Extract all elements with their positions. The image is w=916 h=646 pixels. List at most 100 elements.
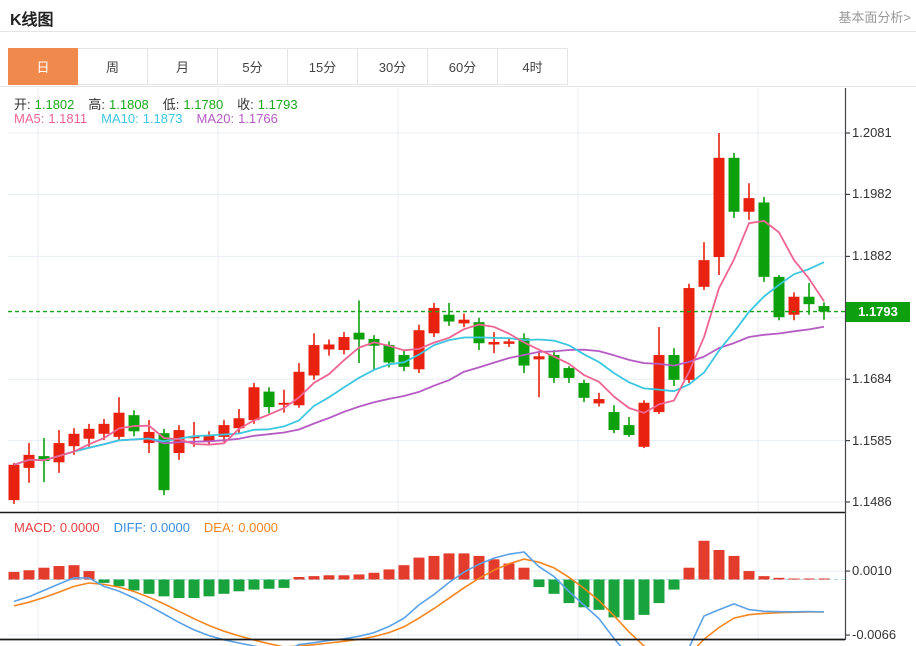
- candle-body: [803, 296, 815, 305]
- candle-body: [263, 391, 275, 408]
- legend-label: MACD:: [14, 520, 56, 535]
- candle-body: [563, 368, 575, 378]
- candle-body: [83, 428, 95, 439]
- fundamental-analysis-link[interactable]: 基本面分析>: [838, 7, 911, 26]
- tab-60分[interactable]: 60分: [428, 48, 498, 85]
- ma-legend: MA5: 1.1811 MA10: 1.1873 MA20: 1.1766: [14, 111, 292, 126]
- macd-bar: [338, 575, 350, 580]
- axis-tick-label: 1.1882: [852, 248, 892, 264]
- current-price-tag: 1.1793: [846, 301, 910, 322]
- macd-bar: [773, 577, 785, 580]
- macd-bar: [743, 571, 755, 580]
- macd-bar: [248, 579, 260, 590]
- macd-bar: [353, 574, 365, 580]
- axis-tick-label: 1.1982: [852, 186, 892, 202]
- legend-label: 开:: [14, 97, 31, 112]
- tab-4时[interactable]: 4时: [498, 48, 568, 85]
- candle-body: [248, 387, 260, 421]
- candle-body: [593, 399, 605, 404]
- macd-bar: [698, 540, 710, 580]
- macd-bar: [218, 579, 230, 594]
- candle-body: [98, 423, 110, 434]
- legend-value: 1.1780: [183, 97, 224, 112]
- legend-label: 高:: [88, 97, 106, 112]
- macd-bar: [653, 579, 665, 604]
- macd-bar: [38, 567, 50, 580]
- macd-legend: MACD: 0.0000 DIFF: 0.0000 DEA: 0.0000: [14, 520, 292, 535]
- macd-bar: [158, 579, 170, 597]
- macd-bar: [443, 553, 455, 580]
- legend-label: MA5:: [14, 111, 45, 126]
- axis-tick-label: 1.1486: [852, 494, 892, 509]
- macd-bar: [383, 569, 395, 580]
- candle-body: [488, 341, 500, 345]
- macd-bar: [53, 566, 65, 580]
- macd-bar: [293, 576, 305, 580]
- candle-body: [143, 431, 155, 444]
- candle-body: [638, 402, 650, 447]
- legend-value: 0.0000: [238, 520, 279, 535]
- candle-body: [353, 332, 365, 340]
- macd-bar: [173, 579, 185, 599]
- macd-bar: [413, 557, 425, 580]
- tab-月[interactable]: 月: [148, 48, 218, 85]
- legend-label: DIFF:: [113, 520, 147, 535]
- macd-bar: [533, 579, 545, 588]
- tab-周[interactable]: 周: [78, 48, 148, 85]
- macd-bar: [23, 570, 35, 580]
- candle-body: [53, 443, 65, 463]
- candle-body: [698, 260, 710, 287]
- chart-area[interactable]: 开: 1.1802 高: 1.1808 低: 1.1780 收: 1.1793 MA5: 1.1…: [0, 87, 916, 646]
- legend-label: 收:: [237, 97, 254, 112]
- macd-bar: [98, 579, 110, 583]
- kline-page: K线图 基本面分析> 日周月 5分 15分 30分 60分 4时 开: 1.1802 高: 1.…: [0, 0, 916, 646]
- legend-value: 1.1793: [257, 97, 298, 112]
- legend-label: DEA:: [203, 520, 235, 535]
- axis-tick-label: 1.1684: [852, 371, 892, 387]
- tab-15分[interactable]: 15分: [288, 48, 358, 85]
- macd-bar: [8, 571, 20, 580]
- macd-bar: [818, 578, 830, 580]
- macd-bar: [668, 579, 680, 590]
- candle-body: [68, 433, 80, 447]
- legend-value: 1.1808: [109, 97, 149, 112]
- candle-body: [623, 425, 635, 436]
- candle-body: [338, 337, 350, 351]
- legend-label: MA20:: [196, 111, 235, 126]
- macd-bar: [128, 579, 140, 591]
- macd-bar: [518, 567, 530, 580]
- candle-body: [743, 198, 755, 212]
- candle-body: [668, 355, 680, 380]
- candle-body: [8, 464, 20, 501]
- macd-bar: [758, 576, 770, 580]
- legend-value: 0.0000: [150, 520, 190, 535]
- axis-tick-label: -0.0066: [852, 627, 897, 643]
- tab-5分[interactable]: 5分: [218, 48, 288, 85]
- macd-bar: [203, 579, 215, 597]
- candle-body: [578, 382, 590, 398]
- kline-macd-chart[interactable]: [0, 87, 916, 646]
- interval-tabbar: 日周月 5分 15分 30分 60分 4时: [0, 48, 916, 87]
- macd-bar: [308, 576, 320, 580]
- candle-body: [458, 319, 470, 324]
- legend-value: 1.1802: [34, 97, 75, 112]
- legend-label: MA10:: [101, 111, 139, 126]
- axis-tick-label: 0.0010: [852, 563, 892, 579]
- macd-bar: [803, 578, 815, 580]
- tab-日[interactable]: 日: [8, 48, 78, 85]
- macd-bar: [263, 579, 275, 589]
- page-title: K线图: [10, 12, 54, 29]
- candle-body: [758, 202, 770, 277]
- candle-body: [128, 415, 140, 432]
- macd-bar: [368, 572, 380, 580]
- tab-30分[interactable]: 30分: [358, 48, 428, 85]
- axis-tick-label: 1.1585: [852, 432, 892, 448]
- macd-bar: [233, 579, 245, 592]
- macd-bar: [578, 579, 590, 608]
- legend-value: 0.0000: [59, 520, 100, 535]
- macd-bar: [323, 575, 335, 580]
- macd-bar: [713, 550, 725, 580]
- macd-bar: [113, 579, 125, 587]
- candle-body: [818, 306, 830, 312]
- macd-bar: [428, 555, 440, 580]
